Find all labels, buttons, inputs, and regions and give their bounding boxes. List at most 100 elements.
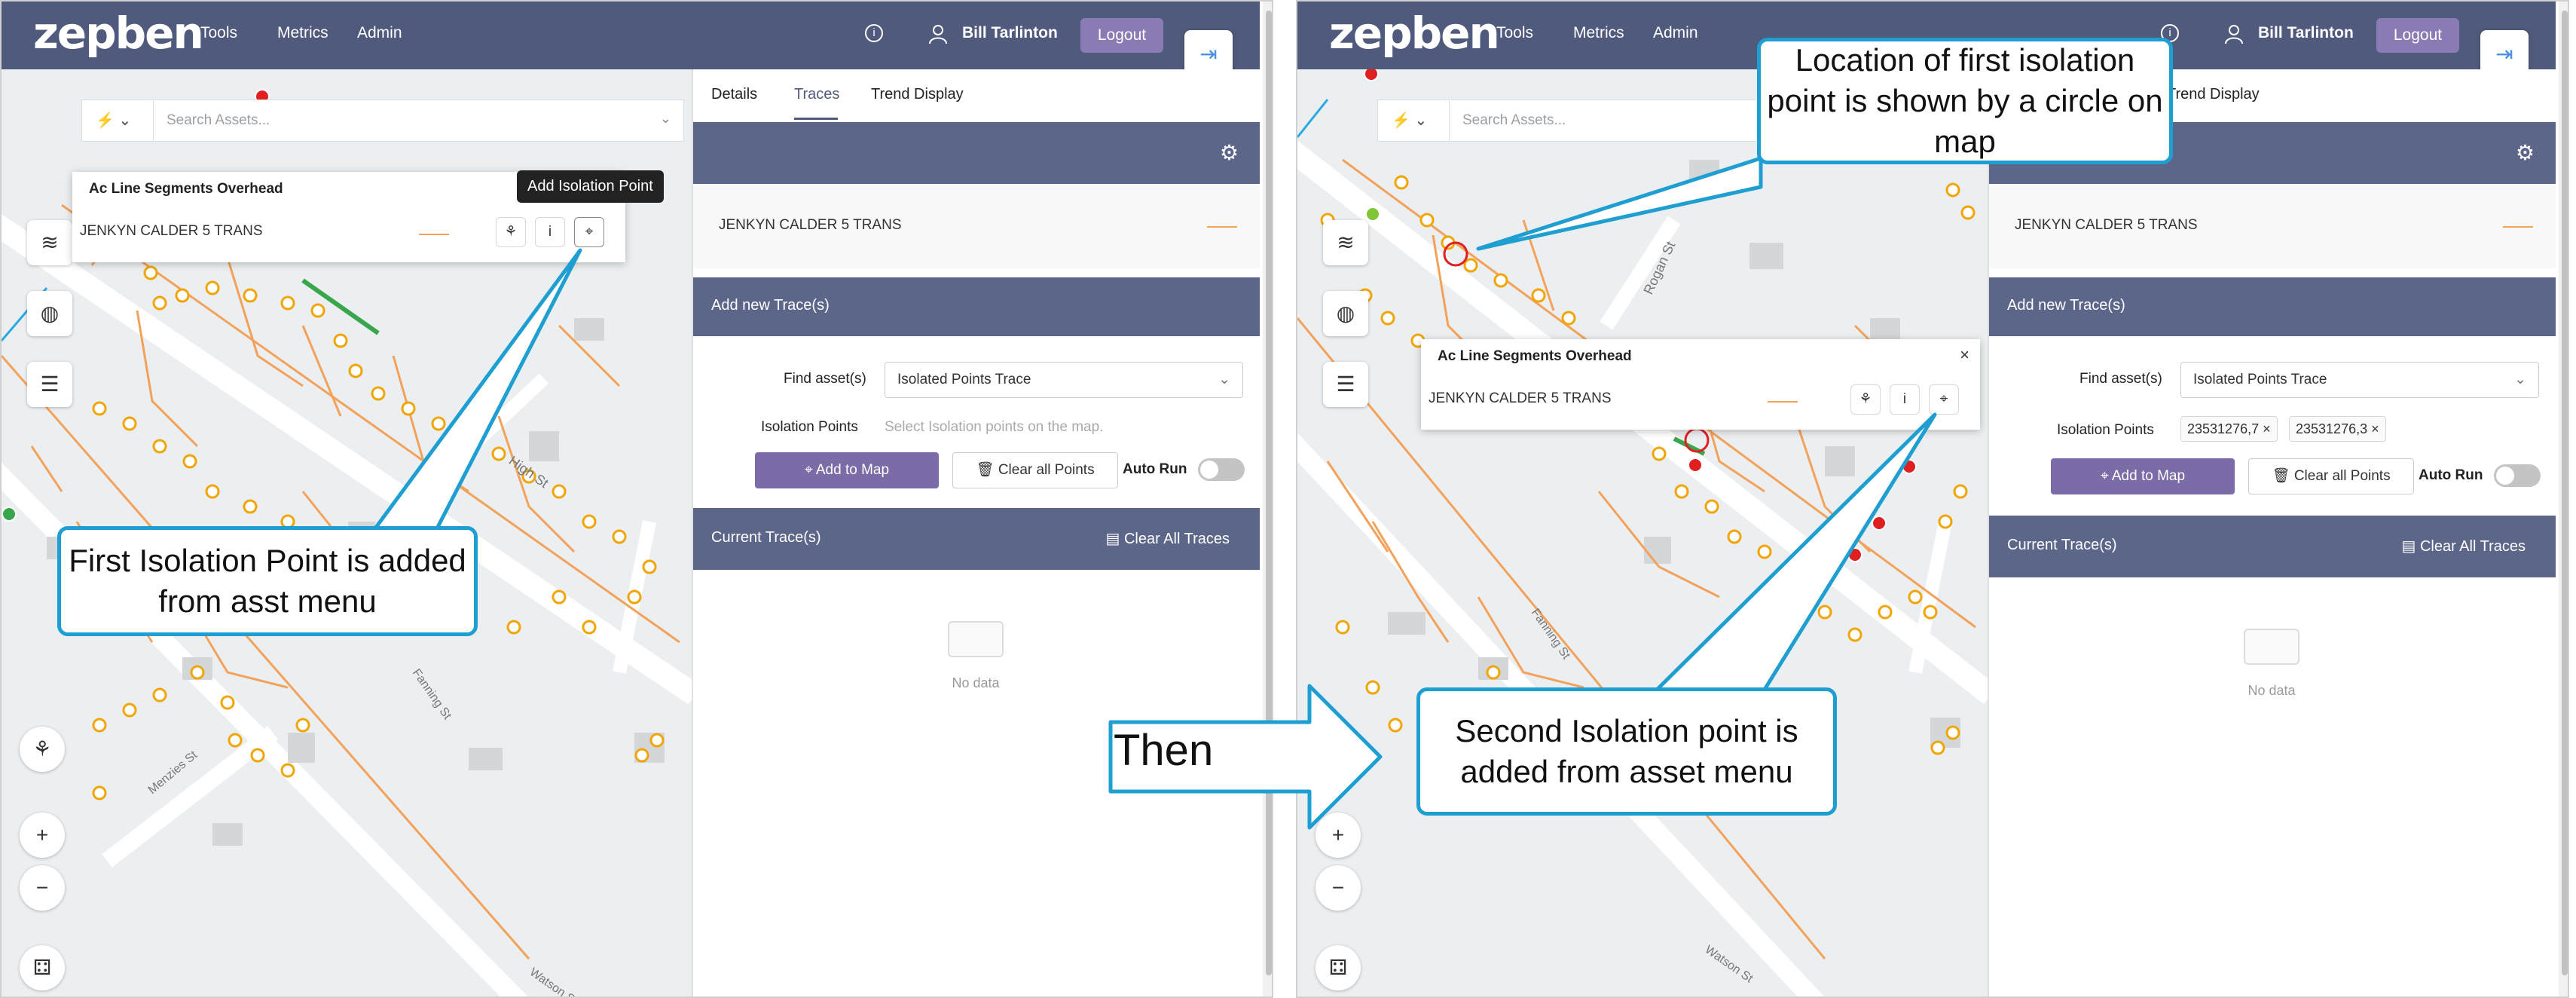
info-icon[interactable]: i [865, 24, 883, 42]
gear-icon[interactable]: ⚙ [1220, 140, 1239, 165]
current-traces-band: Current Trace(s) ▤ Clear All Traces [693, 508, 1260, 570]
search-input[interactable]: Search Assets... [1462, 112, 1566, 129]
chevron-down-icon: ⌄ [2514, 372, 2526, 387]
popup-title: Ac Line Segments Overhead [1438, 348, 1632, 364]
callout-second-isolation: Second Isolation point is added from ass… [1416, 687, 1837, 816]
tag-close-icon[interactable]: × [2371, 421, 2379, 436]
tab-trend-display[interactable]: Trend Display [871, 86, 964, 103]
palette-icon[interactable]: ◍ [27, 291, 72, 336]
app-logo[interactable]: zepben [1329, 8, 1500, 59]
add-trace-band: Add new Trace(s) [693, 277, 1260, 336]
find-assets-select[interactable]: Isolated Points Trace ⌄ [2180, 362, 2539, 398]
nav-admin[interactable]: Admin [357, 24, 402, 42]
checklist-icon[interactable]: ☰ [1323, 362, 1368, 407]
zoom-out-button[interactable]: − [20, 865, 65, 911]
info-icon[interactable]: i [535, 217, 565, 247]
tag-close-icon[interactable]: × [2263, 421, 2271, 436]
side-panel: Details Traces Trend Display ⚙ JENKYN CA… [692, 69, 1260, 996]
network-map[interactable]: Rogan St Fanning St Watson St [1297, 69, 1988, 996]
nav-metrics[interactable]: Metrics [277, 24, 328, 42]
tab-trend-display[interactable]: Trend Display [2167, 86, 2260, 103]
app-logo[interactable]: zepben [33, 8, 204, 59]
side-panel: Details Traces Trend Display ⚙ JENKYN CA… [1988, 69, 2556, 996]
popup-asset-name[interactable]: JENKYN CALDER 5 TRANS [80, 223, 263, 240]
add-trace-label: Add new Trace(s) [2007, 297, 2125, 314]
checklist-icon[interactable]: ☰ [27, 362, 72, 407]
clear-all-traces-button[interactable]: ▤ Clear All Traces [2401, 537, 2526, 556]
zoom-out-button[interactable]: − [1316, 865, 1361, 911]
auto-run-toggle[interactable] [1198, 458, 1245, 481]
current-traces-band: Current Trace(s) ▤ Clear All Traces [1989, 516, 2556, 577]
clear-all-points-button[interactable]: 🗑 Clear all Points [2248, 458, 2414, 494]
traces-header-band: ⚙ [693, 122, 1260, 184]
current-traces-label: Current Trace(s) [2007, 537, 2117, 553]
asset-line-swatch [2503, 226, 2533, 228]
isolation-point-tag-label: 23531276,3 [2296, 421, 2368, 436]
page-scrollbar-thumb[interactable] [2562, 11, 2568, 975]
find-assets-label: Find asset(s) [2079, 371, 2162, 387]
search-mode-select[interactable]: ⚡ ⌄ [82, 100, 154, 141]
find-assets-label: Find asset(s) [784, 371, 866, 387]
search-mode-select[interactable]: ⚡ ⌄ [1378, 100, 1450, 141]
close-icon[interactable]: × [1960, 345, 1969, 365]
add-to-map-label: Add to Map [815, 462, 890, 478]
tab-traces[interactable]: Traces [794, 86, 839, 103]
popup-asset-name[interactable]: JENKYN CALDER 5 TRANS [1429, 390, 1612, 407]
auto-run-label: Auto Run [2419, 467, 2483, 483]
add-trace-band: Add new Trace(s) [1989, 277, 2556, 336]
user-name[interactable]: Bill Tarlinton [2258, 24, 2354, 42]
nav-tools[interactable]: Tools [1496, 24, 1533, 42]
clear-all-traces-button[interactable]: ▤ Clear All Traces [1105, 529, 1230, 548]
logout-button[interactable]: Logout [2376, 18, 2459, 53]
gear-icon[interactable]: ⚙ [2516, 140, 2535, 165]
page-scrollbar-thumb[interactable] [1266, 11, 1272, 975]
layers-icon[interactable]: ≋ [27, 220, 72, 265]
isolation-point-tag-label: 23531276,7 [2187, 421, 2260, 436]
gift-icon[interactable]: ⚃ [1316, 945, 1361, 990]
clear-traces-label: Clear All Traces [2419, 538, 2526, 555]
network-tree-icon[interactable]: ⚘ [20, 727, 65, 772]
add-isolation-point-icon[interactable]: ⌖ [574, 217, 604, 247]
zoom-in-button[interactable]: + [1316, 813, 1361, 858]
tab-details[interactable]: Details [711, 86, 757, 103]
logout-button[interactable]: Logout [1080, 18, 1163, 53]
add-isolation-point-tooltip: Add Isolation Point [517, 170, 664, 203]
clear-all-points-button[interactable]: 🗑 Clear all Points [952, 452, 1118, 488]
popup-title: Ac Line Segments Overhead [89, 181, 283, 197]
isolation-point-tag[interactable]: 23531276,7 × [2180, 416, 2278, 442]
nav-admin[interactable]: Admin [1653, 24, 1698, 42]
zoom-in-button[interactable]: + [20, 813, 65, 858]
map-label-fanning-st: Fanning St [410, 667, 454, 723]
auto-run-label: Auto Run [1123, 461, 1187, 477]
info-icon[interactable]: i [1890, 384, 1920, 415]
add-to-map-button[interactable]: ⌖ Add to Map [755, 452, 939, 488]
nav-tools[interactable]: Tools [200, 24, 237, 42]
add-to-map-button[interactable]: ⌖ Add to Map [2051, 458, 2235, 494]
then-label: Then [1114, 726, 1214, 775]
user-name[interactable]: Bill Tarlinton [962, 24, 1058, 42]
nav-metrics[interactable]: Metrics [1573, 24, 1624, 42]
gift-icon[interactable]: ⚃ [20, 945, 65, 990]
isolation-points-label: Isolation Points [761, 419, 858, 435]
auto-run-toggle[interactable] [2494, 464, 2541, 487]
user-icon [929, 25, 947, 44]
trace-tree-icon[interactable]: ⚘ [1850, 384, 1881, 415]
asset-popup: Ac Line Segments Overhead × JENKYN CALDE… [1421, 339, 1980, 430]
asset-line-swatch [419, 234, 449, 235]
no-data-text: No data [2248, 683, 2296, 698]
chevron-down-icon[interactable]: ⌄ [660, 111, 671, 127]
add-to-map-label: Add to Map [2111, 468, 2186, 484]
isolation-points-input[interactable]: Select Isolation points on the map. [885, 419, 1103, 436]
find-assets-select[interactable]: Isolated Points Trace ⌄ [885, 362, 1243, 398]
trace-tree-icon[interactable]: ⚘ [496, 217, 526, 247]
palette-icon[interactable]: ◍ [1323, 291, 1368, 336]
clear-points-label: Clear all Points [998, 462, 1095, 478]
isolation-point-tag[interactable]: 23531276,3 × [2289, 416, 2386, 442]
add-isolation-point-icon[interactable]: ⌖ [1929, 384, 1959, 415]
clear-points-label: Clear all Points [2293, 468, 2391, 484]
isolation-points-label: Isolation Points [2057, 422, 2154, 438]
search-input[interactable]: Search Assets... [167, 112, 270, 129]
find-assets-value: Isolated Points Trace [897, 372, 1031, 387]
map-label-watson-st: Watson St [1703, 943, 1756, 985]
layers-icon[interactable]: ≋ [1323, 220, 1368, 265]
